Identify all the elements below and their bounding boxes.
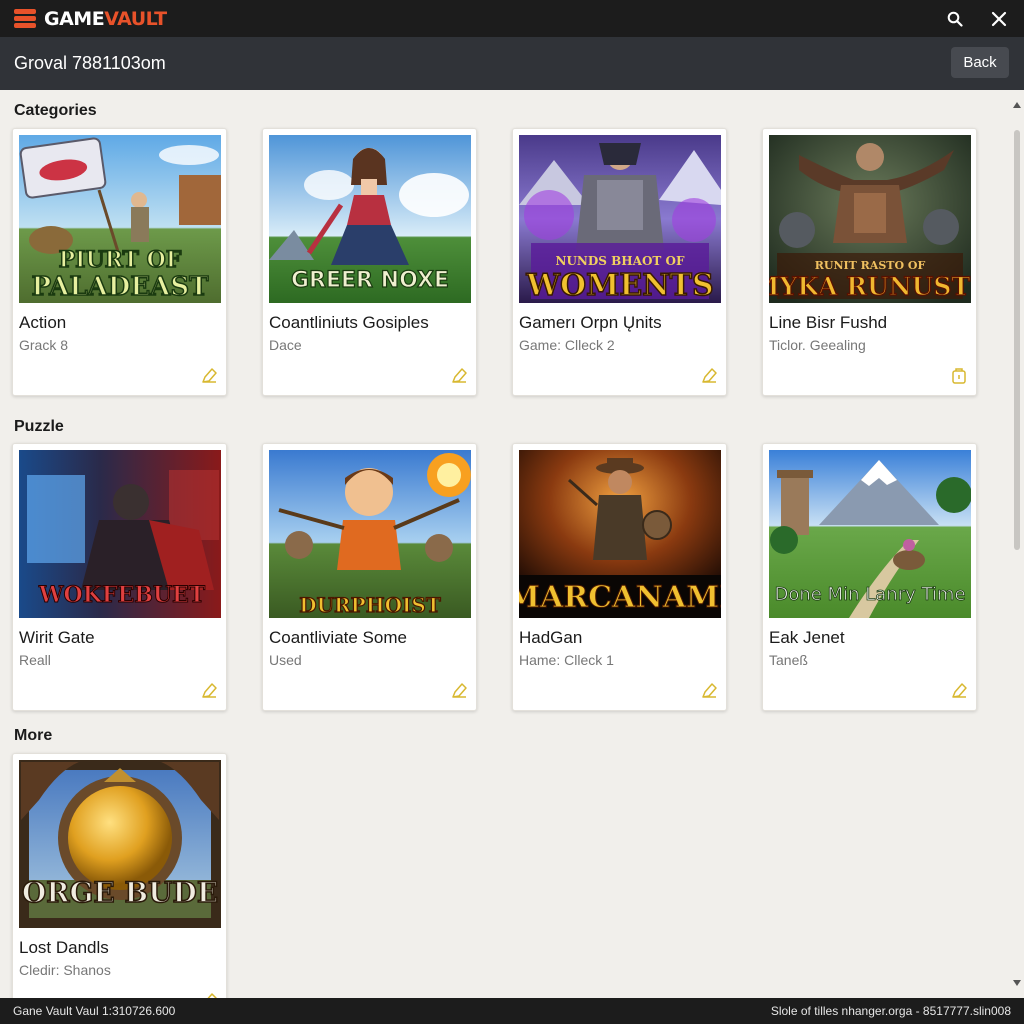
game-card[interactable]: DURPHOIST Coantliviate Some Used xyxy=(262,443,477,711)
game-thumbnail: MARCANAMI xyxy=(519,450,721,618)
game-thumbnail: PIURT OF PALADEAST xyxy=(19,135,221,303)
pencil-icon[interactable] xyxy=(450,682,468,700)
pencil-icon[interactable] xyxy=(450,367,468,385)
game-thumbnail: WOKFEBUET xyxy=(19,450,221,618)
scroll-down-arrow-icon[interactable] xyxy=(1013,980,1021,986)
svg-text:WOMENTS: WOMENTS xyxy=(525,268,713,303)
card-title: Lost Dandls xyxy=(19,938,109,957)
game-card[interactable]: GREER NOXE Coantliniuts Gosiples Dace xyxy=(262,128,477,396)
status-right-text: Slole of tilles nhanger.orga - 8517777.s… xyxy=(770,1004,1011,1018)
game-card[interactable]: ORGE BUDE Lost Dandls Cledir: Shanos xyxy=(12,753,227,998)
scrollbar[interactable] xyxy=(1010,90,1024,998)
close-icon[interactable] xyxy=(988,8,1010,30)
logo-text-game: GAME xyxy=(44,7,105,30)
tag-icon[interactable] xyxy=(950,367,968,385)
card-subtitle: Reall xyxy=(19,652,51,668)
app-logo[interactable]: GAMEVAULT xyxy=(14,8,167,30)
game-card[interactable]: PIURT OF PALADEAST Action Grack 8 xyxy=(12,128,227,396)
card-subtitle: Hame: Clleck 1 xyxy=(519,652,614,668)
card-subtitle: Ticlor. Geealing xyxy=(769,337,866,353)
pencil-icon[interactable] xyxy=(950,682,968,700)
section-title-categories: Categories xyxy=(14,102,97,119)
game-card[interactable]: MARCANAMI HadGan Hame: Clleck 1 xyxy=(512,443,727,711)
game-card[interactable]: NUNDS BHAOT OF WOMENTS Gamerı Orpn Ųnits… xyxy=(512,128,727,396)
page-header: Groval 7881103om Back xyxy=(0,37,1024,90)
logo-icon xyxy=(14,8,36,29)
card-title: Wirit Gate xyxy=(19,628,95,647)
svg-text:Done Min Lanry Time: Done Min Lanry Time xyxy=(774,584,965,605)
game-thumbnail: Done Min Lanry Time xyxy=(769,450,971,618)
card-title: Coantliviate Some xyxy=(269,628,407,647)
card-title: Eak Jenet xyxy=(769,628,845,647)
game-thumbnail: GREER NOXE xyxy=(269,135,471,303)
content-area: Categories PIURT OF PALADEAST Action Gra… xyxy=(0,90,1010,998)
svg-text:NUNDS BHAOT OF: NUNDS BHAOT OF xyxy=(556,254,685,268)
pencil-icon[interactable] xyxy=(700,682,718,700)
game-thumbnail: ORGE BUDE xyxy=(19,760,221,928)
section-title-puzzle: Puzzle xyxy=(14,418,64,435)
section-title-more: More xyxy=(14,727,53,744)
game-card[interactable]: RUNIT RASTO OF MYKA RUNUSTS Line Bisr Fu… xyxy=(762,128,977,396)
card-title: Gamerı Orpn Ųnits xyxy=(519,313,662,332)
logo-text-vault: VAULT xyxy=(104,7,167,30)
card-subtitle: Taneß xyxy=(769,652,808,668)
card-title: HadGan xyxy=(519,628,583,647)
svg-text:WOKFEBUET: WOKFEBUET xyxy=(38,582,206,608)
card-subtitle: Dace xyxy=(269,337,302,353)
card-subtitle: Game: Clleck 2 xyxy=(519,337,615,353)
card-subtitle: Cledir: Shanos xyxy=(19,962,111,978)
game-thumbnail: NUNDS BHAOT OF WOMENTS xyxy=(519,135,721,303)
pencil-icon[interactable] xyxy=(200,367,218,385)
pencil-icon[interactable] xyxy=(700,367,718,385)
search-icon[interactable] xyxy=(944,8,966,30)
svg-text:PALADEAST: PALADEAST xyxy=(32,272,210,302)
status-bar: Gane Vault Vaul 1:310726.600 Slole of ti… xyxy=(0,998,1024,1024)
card-subtitle: Grack 8 xyxy=(19,337,69,353)
top-bar: GAMEVAULT xyxy=(0,0,1024,37)
game-card[interactable]: WOKFEBUET Wirit Gate Reall xyxy=(12,443,227,711)
card-title: Line Bisr Fushd xyxy=(769,313,888,332)
scrollbar-thumb[interactable] xyxy=(1014,130,1020,550)
svg-text:RUNIT RASTO OF: RUNIT RASTO OF xyxy=(815,259,926,272)
svg-text:ORGE BUDE: ORGE BUDE xyxy=(22,876,218,909)
pencil-icon[interactable] xyxy=(200,682,218,700)
svg-text:PIURT OF: PIURT OF xyxy=(59,247,182,273)
game-thumbnail: DURPHOIST xyxy=(269,450,471,618)
logo-text: GAMEVAULT xyxy=(44,8,167,30)
game-card[interactable]: Done Min Lanry Time Eak Jenet Taneß xyxy=(762,443,977,711)
svg-text:GREER NOXE: GREER NOXE xyxy=(291,268,449,293)
scroll-up-arrow-icon[interactable] xyxy=(1013,102,1021,108)
game-thumbnail: RUNIT RASTO OF MYKA RUNUSTS xyxy=(769,135,971,303)
svg-text:MARCANAMI: MARCANAMI xyxy=(519,580,721,615)
card-subtitle: Used xyxy=(269,652,302,668)
svg-text:MYKA RUNUSTS: MYKA RUNUSTS xyxy=(769,272,971,301)
card-title: Action xyxy=(19,313,67,332)
back-button[interactable]: Back xyxy=(951,47,1009,78)
status-left-text: Gane Vault Vaul 1:310726.600 xyxy=(13,1004,176,1018)
svg-text:DURPHOIST: DURPHOIST xyxy=(299,593,441,617)
card-title: Coantliniuts Gosiples xyxy=(269,313,429,332)
page-title: Groval 7881103om xyxy=(14,53,166,73)
